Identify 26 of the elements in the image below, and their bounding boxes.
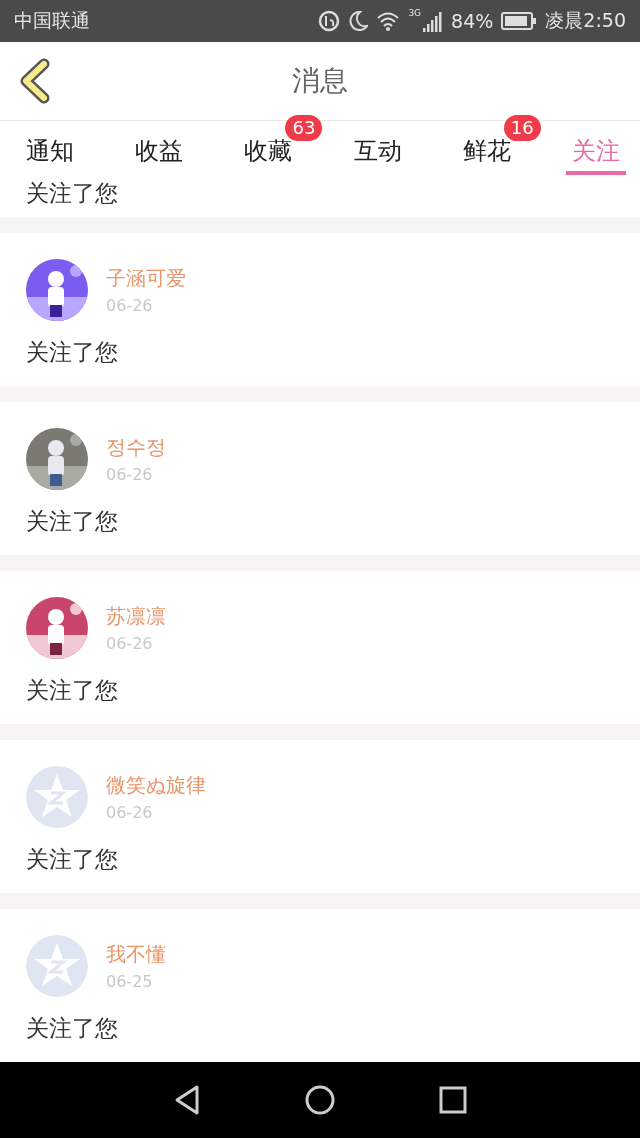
wifi-icon xyxy=(376,10,401,31)
page-title: 消息 xyxy=(292,62,348,99)
user-name[interactable]: 정수정 xyxy=(106,434,166,462)
star-avatar-icon xyxy=(26,766,88,829)
network-type: 3G xyxy=(408,8,422,18)
star-avatar-icon xyxy=(26,935,88,998)
notification-message: 关注了您 xyxy=(26,1014,119,1044)
carrier: 中国联通 xyxy=(14,7,90,33)
signal-icon xyxy=(423,9,444,32)
battery-icon xyxy=(501,11,538,30)
clock: 凌晨2:50 xyxy=(545,7,626,33)
notification-message: 关注了您 xyxy=(26,845,119,875)
tab[interactable]: 互动 xyxy=(347,120,408,175)
user-name[interactable]: 我不懂 xyxy=(106,941,166,969)
user-name[interactable]: 苏凛凛 xyxy=(106,603,166,631)
notification-message: 关注了您 xyxy=(26,676,119,706)
notification-message: 关注了您 xyxy=(26,338,119,368)
tab[interactable]: 通知 xyxy=(20,120,80,175)
data-saver-icon xyxy=(318,9,341,32)
user-name[interactable]: 子涵可爱 xyxy=(106,265,186,293)
notification-message: 关注了您 xyxy=(26,507,119,537)
notification-message: 关注了您 xyxy=(26,180,118,207)
battery-percent: 84% xyxy=(451,9,494,32)
user-name[interactable]: 微笑ぬ旋律 xyxy=(106,772,206,800)
tab[interactable]: 收益 xyxy=(129,120,190,175)
moon-icon xyxy=(348,9,369,32)
